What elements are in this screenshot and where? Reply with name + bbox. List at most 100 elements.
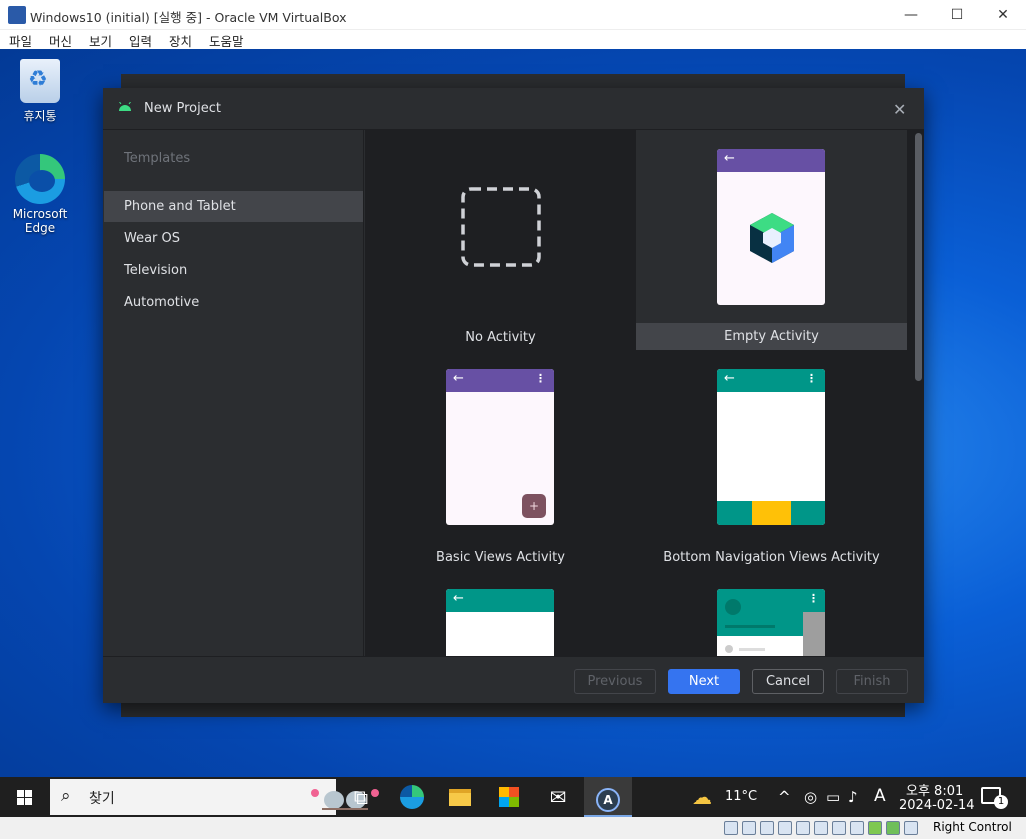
no-activity-icon	[461, 187, 541, 267]
finish-button[interactable]: Finish	[836, 669, 908, 694]
list-dot	[725, 645, 733, 653]
weather-temperature[interactable]: 11°C	[725, 789, 757, 804]
input-method-indicator[interactable]: A	[874, 786, 886, 806]
template-preview-partial-left[interactable]: ←	[446, 589, 554, 656]
usb-icon[interactable]	[796, 821, 810, 835]
sidebar-header: Templates	[124, 151, 191, 166]
header-banner	[717, 589, 803, 636]
sidebar-item-phone-and-tablet[interactable]: Phone and Tablet	[104, 191, 363, 222]
hard-disk-icon[interactable]	[724, 821, 738, 835]
edge-icon	[15, 154, 65, 204]
app-bar: ←	[717, 149, 825, 172]
desktop-icon-recycle-bin[interactable]: 휴지통	[5, 59, 75, 124]
store-icon	[499, 787, 519, 807]
edge-icon	[400, 785, 424, 809]
android-icon	[119, 102, 131, 111]
recording-icon[interactable]	[850, 821, 864, 835]
sidebar-item-automotive[interactable]: Automotive	[104, 287, 363, 318]
app-bar: ← ⋮	[446, 369, 554, 392]
overflow-menu-icon: ⋮	[808, 592, 819, 605]
new-project-dialog: New Project ✕ Templates Phone and Tablet…	[103, 88, 924, 703]
virtualbox-icon	[8, 6, 26, 24]
previous-button[interactable]: Previous	[574, 669, 656, 694]
back-arrow-icon: ←	[724, 151, 735, 166]
weather-icon[interactable]: ☁	[692, 785, 712, 809]
clock-date[interactable]: 2024-02-14	[899, 798, 975, 813]
template-label: Basic Views Activity	[436, 550, 565, 565]
next-button[interactable]: Next	[668, 669, 740, 694]
optical-drive-icon[interactable]	[742, 821, 756, 835]
basic-views-preview: ← ⋮ +	[446, 369, 554, 525]
taskbar-android-studio[interactable]: A	[584, 777, 632, 817]
mouse-integration-icon[interactable]	[886, 821, 900, 835]
display-icon[interactable]	[832, 821, 846, 835]
network-icon[interactable]: ▭	[826, 788, 840, 806]
app-bar: ←	[446, 589, 554, 612]
notification-count-badge: 1	[994, 795, 1008, 809]
dialog-footer: Previous Next Cancel Finish	[103, 656, 924, 703]
template-no-activity[interactable]: No Activity	[365, 130, 636, 350]
host-key-label: Right Control	[933, 820, 1012, 834]
vbox-menubar: 파일 머신 보기 입력 장치 도움말	[0, 30, 1026, 49]
overflow-menu-icon: ⋮	[806, 372, 817, 385]
clock-time[interactable]: 오후 8:01	[906, 780, 963, 799]
scrim	[803, 612, 825, 656]
cpu-activity-icon[interactable]	[868, 821, 882, 835]
menu-view[interactable]: 보기	[89, 31, 112, 50]
keyboard-capture-icon[interactable]	[904, 821, 918, 835]
taskbar-file-explorer[interactable]	[436, 777, 484, 817]
overflow-menu-icon: ⋮	[535, 372, 546, 385]
window-title: Windows10 (initial) [실행 중] - Oracle VM V…	[30, 10, 347, 25]
template-label: Empty Activity	[724, 329, 819, 344]
desktop-icon-edge[interactable]: Microsoft Edge	[5, 154, 75, 235]
template-preview-partial-right[interactable]: ⋮	[717, 589, 825, 656]
dialog-title: New Project	[144, 101, 221, 116]
maximize-button[interactable]: ☐	[934, 0, 980, 30]
search-label: 찾기	[89, 791, 115, 807]
taskbar-store[interactable]	[485, 777, 533, 817]
taskbar-edge[interactable]	[388, 777, 436, 817]
fab-add-icon: +	[522, 494, 546, 518]
templates-sidebar: Templates Phone and Tablet Wear OS Telev…	[103, 130, 364, 656]
windows-logo-icon	[17, 790, 33, 806]
windows-taskbar: ⌕ 찾기 ⧉ ✉ A ☁ 11°C ^ ◎ ▭ ♪ A 오후 8:01 2024…	[0, 777, 1026, 817]
folder-icon	[449, 789, 471, 806]
vbox-titlebar: Windows10 (initial) [실행 중] - Oracle VM V…	[0, 0, 1026, 30]
side-app-bar: ⋮	[803, 589, 825, 612]
menu-devices[interactable]: 장치	[169, 31, 192, 50]
sidebar-item-television[interactable]: Television	[104, 255, 363, 286]
back-arrow-icon: ←	[724, 371, 735, 386]
sidebar-item-wear-os[interactable]: Wear OS	[104, 223, 363, 254]
start-button[interactable]	[0, 777, 48, 817]
bottom-nav-active-item	[752, 501, 791, 525]
template-label: Bottom Navigation Views Activity	[663, 550, 880, 565]
menu-input[interactable]: 입력	[129, 31, 152, 50]
mail-icon: ✉	[549, 785, 567, 809]
taskbar-mail[interactable]: ✉	[534, 777, 582, 817]
dialog-close-icon[interactable]: ✕	[893, 100, 906, 119]
meet-now-icon[interactable]: ◎	[804, 788, 817, 806]
shared-folders-icon[interactable]	[814, 821, 828, 835]
list-line	[739, 648, 765, 651]
menu-file[interactable]: 파일	[9, 31, 32, 50]
minimize-button[interactable]: —	[888, 0, 934, 30]
show-hidden-icons-chevron-icon[interactable]: ^	[778, 788, 791, 806]
gallery-scrollbar-thumb[interactable]	[915, 133, 922, 381]
cancel-button[interactable]: Cancel	[752, 669, 824, 694]
volume-icon[interactable]: ♪	[848, 788, 858, 806]
taskbar-search-box[interactable]: ⌕ 찾기	[50, 779, 379, 815]
action-center-icon[interactable]: 1	[981, 787, 1008, 809]
android-studio-icon: A	[596, 788, 620, 812]
close-button[interactable]: ✕	[980, 0, 1026, 30]
task-view-button[interactable]: ⧉	[337, 777, 385, 817]
avatar	[725, 599, 741, 615]
app-bar: ← ⋮	[717, 369, 825, 392]
menu-machine[interactable]: 머신	[49, 31, 72, 50]
audio-icon[interactable]	[760, 821, 774, 835]
task-view-icon: ⧉	[353, 785, 369, 809]
menu-help[interactable]: 도움말	[209, 31, 244, 50]
network-adapter-icon[interactable]	[778, 821, 792, 835]
empty-activity-preview: ←	[717, 149, 825, 305]
back-arrow-icon: ←	[453, 591, 464, 606]
desktop-icon-label: 휴지통	[23, 109, 57, 123]
